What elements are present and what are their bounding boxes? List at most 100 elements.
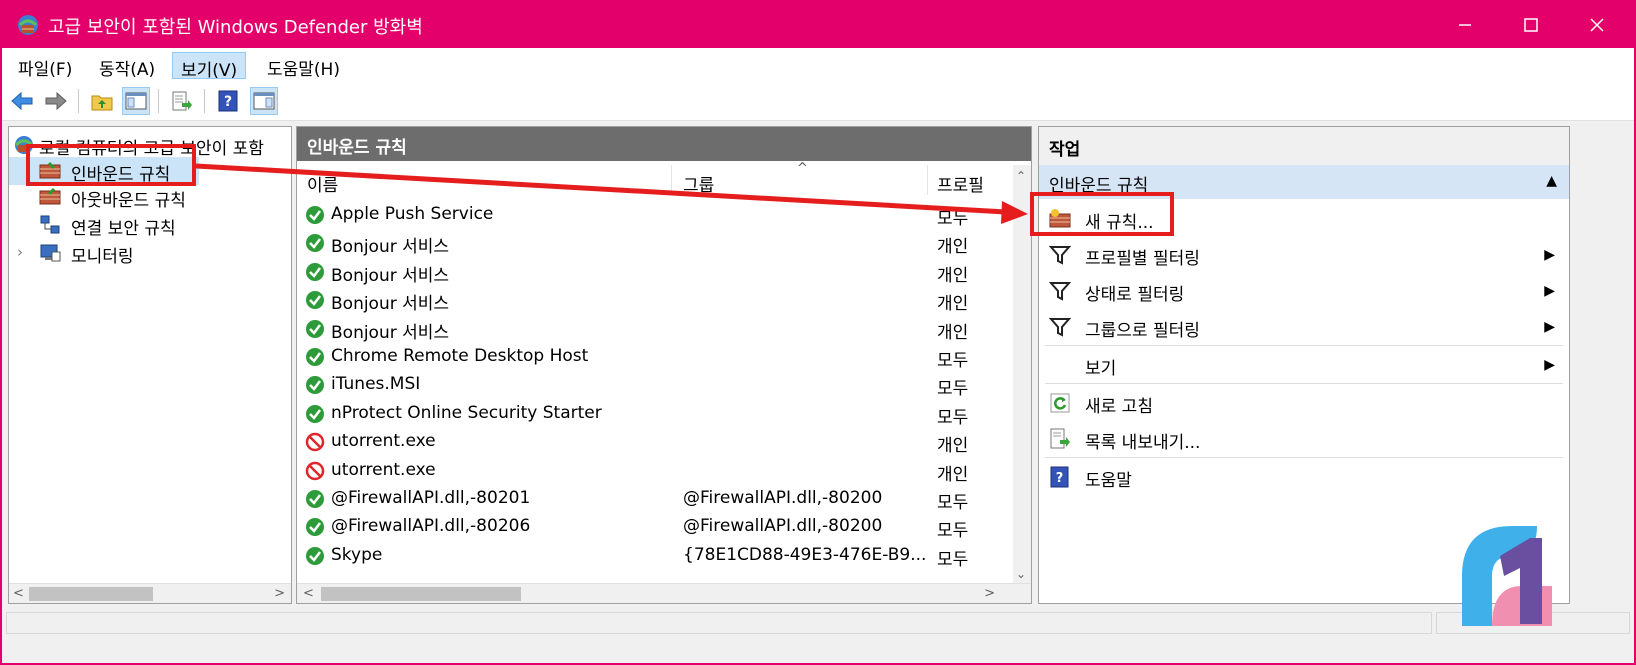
svg-text:?: ? (224, 94, 232, 110)
svg-text:?: ? (1056, 471, 1064, 486)
scroll-left-icon[interactable]: < (13, 586, 24, 601)
scroll-up-icon[interactable]: ⌃ (1016, 169, 1026, 183)
action-label: 프로필별 필터링 (1085, 249, 1200, 269)
table-row[interactable]: utorrent.exe 개인 (303, 457, 1003, 485)
export-list-icon (172, 91, 192, 111)
tree-item-monitoring[interactable]: › 모니터링 (9, 239, 291, 267)
tree-horizontal-scrollbar[interactable]: < > (9, 583, 291, 603)
monitor-icon (40, 244, 61, 262)
rule-profile: 개인 (937, 294, 969, 315)
scroll-thumb[interactable] (29, 587, 153, 601)
filter-icon (1049, 318, 1071, 337)
table-row[interactable]: Chrome Remote Desktop Host 모두 (303, 343, 1003, 371)
rule-profile: 개인 (937, 237, 969, 258)
rule-profile: 모두 (937, 351, 969, 371)
allow-check-icon (306, 490, 324, 508)
chevron-right-icon[interactable]: › (17, 243, 23, 261)
toolbar: ? (2, 83, 1634, 121)
table-row[interactable]: Bonjour 서비스 개인 (303, 258, 1003, 286)
watermark-logo (1462, 526, 1552, 626)
column-header-group[interactable]: 그룹 (683, 171, 714, 201)
rule-name: Bonjour 서비스 (331, 294, 450, 315)
show-hide-action-pane-icon (253, 92, 275, 110)
scroll-left-icon[interactable]: < (303, 586, 314, 601)
collapse-up-icon[interactable]: ▲ (1546, 173, 1557, 189)
rule-name: Apple Push Service (331, 204, 494, 224)
rule-name: Bonjour 서비스 (331, 237, 450, 258)
table-row[interactable]: Bonjour 서비스 개인 (303, 229, 1003, 257)
scroll-down-icon[interactable]: ⌄ (1016, 567, 1026, 581)
rules-horizontal-scrollbar[interactable]: < > (297, 583, 1031, 603)
rule-profile: 개인 (937, 265, 969, 286)
tree-item-outbound-rules[interactable]: 아웃바운드 규칙 (9, 183, 291, 211)
scroll-right-icon[interactable]: > (984, 586, 995, 601)
close-icon (1590, 18, 1604, 32)
table-row[interactable]: nProtect Online Security Starter 모두 (303, 400, 1003, 428)
menu-file[interactable]: 파일(F) (10, 52, 80, 80)
rules-vertical-scrollbar[interactable]: ⌃ ⌄ (1013, 165, 1031, 585)
table-row[interactable]: Apple Push Service 모두 (303, 201, 1003, 229)
submenu-arrow-icon: ▶ (1544, 283, 1555, 299)
export-list-button[interactable] (168, 87, 196, 115)
allow-check-icon (306, 319, 324, 338)
action-view[interactable]: 보기 ▶ (1039, 347, 1569, 383)
rule-name: nProtect Online Security Starter (331, 402, 602, 423)
action-refresh[interactable]: 새로 고침 (1039, 385, 1569, 421)
block-icon (305, 461, 325, 480)
scroll-thumb[interactable] (321, 587, 521, 601)
forward-button[interactable] (42, 87, 70, 115)
scroll-right-icon[interactable]: > (274, 586, 285, 601)
table-row[interactable]: utorrent.exe 개인 (303, 428, 1003, 456)
action-filter-by-state[interactable]: 상태로 필터링 ▶ (1039, 273, 1569, 309)
rule-group: @FirewallAPI.dll,-80200 (683, 488, 883, 508)
rules-pane-header: 인바운드 규칙 (297, 127, 1031, 161)
table-row[interactable]: @FirewallAPI.dll,-80201 @FirewallAPI.dll,… (303, 485, 1003, 513)
rule-profile: 모두 (937, 407, 969, 428)
action-help[interactable]: ? 도움말 (1039, 459, 1569, 495)
back-icon (11, 91, 33, 111)
block-icon (305, 432, 325, 452)
firewall-app-icon (18, 15, 38, 35)
submenu-arrow-icon: ▶ (1544, 247, 1555, 263)
menu-action[interactable]: 동작(A) (91, 52, 163, 80)
column-header-name[interactable]: 이름 (307, 171, 338, 201)
show-hide-action-pane-button[interactable] (250, 87, 278, 115)
rule-profile: 모두 (937, 379, 969, 400)
tree-item-label: 연결 보안 규칙 (71, 219, 176, 239)
minimize-button[interactable] (1432, 2, 1498, 48)
status-segment (6, 612, 1432, 634)
action-export-list[interactable]: 목록 내보내기... (1039, 421, 1569, 457)
action-filter-by-profile[interactable]: 프로필별 필터링 ▶ (1039, 237, 1569, 273)
action-label: 상태로 필터링 (1085, 285, 1185, 305)
action-filter-by-group[interactable]: 그룹으로 필터링 ▶ (1039, 309, 1569, 345)
show-hide-tree-button[interactable] (122, 87, 150, 115)
rule-profile: 모두 (937, 493, 969, 513)
table-row[interactable]: iTunes.MSI 모두 (303, 371, 1003, 399)
action-label: 도움말 (1085, 471, 1132, 491)
table-row[interactable]: Bonjour 서비스 개인 (303, 286, 1003, 314)
highlight-new-rule (1030, 192, 1174, 236)
maximize-button[interactable] (1498, 2, 1564, 48)
rule-profile: 개인 (937, 436, 969, 457)
allow-check-icon (306, 404, 324, 423)
tree-item-connection-security[interactable]: 연결 보안 규칙 (9, 211, 291, 239)
help-button[interactable]: ? (214, 87, 242, 115)
rule-name: iTunes.MSI (331, 374, 421, 395)
action-label: 그룹으로 필터링 (1085, 321, 1200, 341)
back-button[interactable] (8, 87, 36, 115)
allow-check-icon (306, 262, 324, 281)
table-row[interactable]: Bonjour 서비스 개인 (303, 315, 1003, 343)
rule-name: Skype (331, 544, 383, 565)
close-button[interactable] (1564, 2, 1630, 48)
show-hide-tree-icon (125, 92, 147, 110)
up-folder-icon (91, 95, 113, 111)
maximize-icon (1524, 18, 1538, 32)
table-row[interactable]: @FirewallAPI.dll,-80206 @FirewallAPI.dll,… (303, 513, 1003, 541)
menu-help[interactable]: 도움말(H) (259, 52, 348, 80)
table-row[interactable]: Skype {78E1CD88-49E3-476E-B9... 모두 (303, 542, 1003, 570)
highlight-inbound-rules (26, 144, 196, 186)
help-icon: ? (1050, 466, 1069, 488)
column-header-profile[interactable]: 프로필 (937, 171, 984, 201)
up-folder-button[interactable] (88, 87, 116, 115)
menu-view[interactable]: 보기(V) (172, 52, 247, 81)
